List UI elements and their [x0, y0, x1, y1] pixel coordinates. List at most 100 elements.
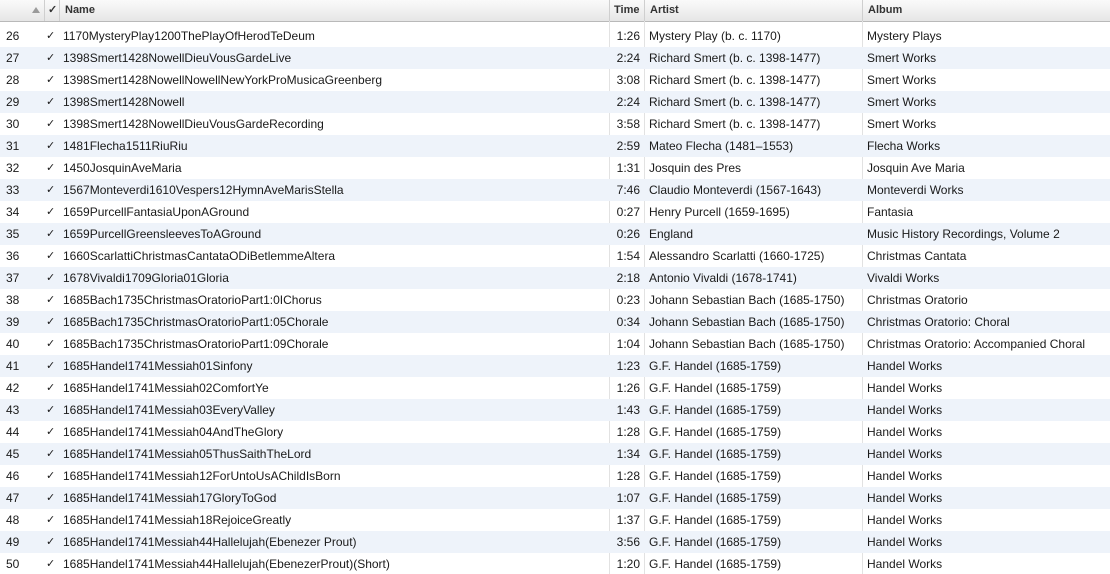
track-row[interactable]: 27 ✓ 1398Smert1428NowellDieuVousGardeLive 2… — [0, 47, 1110, 69]
track-checkbox[interactable]: ✓ — [46, 245, 60, 267]
track-checkbox[interactable]: ✓ — [46, 69, 60, 91]
track-name: 1659PurcellGreensleevesToAGround — [63, 227, 262, 241]
track-album: Flecha Works — [867, 139, 941, 153]
track-row[interactable]: 35 ✓ 1659PurcellGreensleevesToAGround 0:26 E… — [0, 223, 1110, 245]
track-row[interactable]: 37 ✓ 1678Vivaldi1709Gloria01Gloria 2:18 Anto… — [0, 267, 1110, 289]
track-artist: G.F. Handel (1685-1759) — [649, 381, 782, 395]
column-header-number[interactable] — [0, 0, 44, 21]
track-checkbox[interactable]: ✓ — [46, 553, 60, 574]
track-checkbox[interactable]: ✓ — [46, 135, 60, 157]
track-artist: Mystery Play (b. c. 1170) — [649, 29, 781, 43]
track-row[interactable]: 26 ✓ 1170MysteryPlay1200ThePlayOfHerodTeDe… — [0, 25, 1110, 47]
track-row[interactable]: 33 ✓ 1567Monteverdi1610Vespers12HymnAveMar… — [0, 179, 1110, 201]
column-header-time[interactable]: Time — [609, 0, 645, 21]
column-header-artist[interactable]: Artist — [644, 0, 862, 21]
track-name: 1567Monteverdi1610Vespers12HymnAveMarisS… — [63, 183, 344, 197]
track-album: Fantasia — [867, 205, 914, 219]
track-album: Christmas Oratorio: Accompanied Choral — [867, 337, 1086, 351]
track-name: 1685Bach1735ChristmasOratorioPart1:05Cho… — [63, 315, 329, 329]
track-time: 1:20 — [616, 557, 640, 571]
track-checkbox[interactable]: ✓ — [46, 267, 60, 289]
track-checkbox[interactable]: ✓ — [46, 465, 60, 487]
track-album: Handel Works — [867, 513, 943, 527]
track-artist: Josquin des Pres — [649, 161, 742, 175]
track-album: Handel Works — [867, 359, 943, 373]
track-row[interactable]: 30 ✓ 1398Smert1428NowellDieuVousGardeRecor… — [0, 113, 1110, 135]
track-album: Mystery Plays — [867, 29, 942, 43]
track-row[interactable]: 39 ✓ 1685Bach1735ChristmasOratorioPart1:05… — [0, 311, 1110, 333]
track-time: 3:58 — [616, 117, 640, 131]
track-checkbox[interactable]: ✓ — [46, 47, 60, 69]
track-name: 1398Smert1428NowellDieuVousGardeRecordin… — [63, 117, 324, 131]
track-checkbox[interactable]: ✓ — [46, 399, 60, 421]
track-name: 1678Vivaldi1709Gloria01Gloria — [63, 271, 229, 285]
track-time: 1:54 — [616, 249, 640, 263]
column-header-album[interactable]: Album — [862, 0, 1110, 21]
track-checkbox[interactable]: ✓ — [46, 531, 60, 553]
track-number: 30 — [6, 117, 20, 131]
track-artist: G.F. Handel (1685-1759) — [649, 447, 782, 461]
track-row[interactable]: 32 ✓ 1450JosquinAveMaria 1:31 Josquin des Pr… — [0, 157, 1110, 179]
track-row[interactable]: 45 ✓ 1685Handel1741Messiah05ThusSaithTheLo… — [0, 443, 1110, 465]
track-name: 1481Flecha1511RiuRiu — [63, 139, 188, 153]
track-time: 1:43 — [616, 403, 640, 417]
track-time: 2:24 — [616, 51, 640, 65]
track-row[interactable]: 46 ✓ 1685Handel1741Messiah12ForUntoUsAChil… — [0, 465, 1110, 487]
track-checkbox[interactable]: ✓ — [46, 91, 60, 113]
track-row[interactable]: 38 ✓ 1685Bach1735ChristmasOratorioPart1:0I… — [0, 289, 1110, 311]
track-row[interactable]: 44 ✓ 1685Handel1741Messiah04AndTheGlory 1:2… — [0, 421, 1110, 443]
track-checkbox[interactable]: ✓ — [46, 421, 60, 443]
track-row[interactable]: 29 ✓ 1398Smert1428Nowell 2:24 Richard Smert … — [0, 91, 1110, 113]
track-row[interactable]: 34 ✓ 1659PurcellFantasiaUponAGround 0:27 Hen… — [0, 201, 1110, 223]
track-row[interactable]: 40 ✓ 1685Bach1735ChristmasOratorioPart1:09… — [0, 333, 1110, 355]
track-time: 1:07 — [616, 491, 640, 505]
track-checkbox[interactable]: ✓ — [46, 509, 60, 531]
track-number: 32 — [6, 161, 20, 175]
track-row[interactable]: 41 ✓ 1685Handel1741Messiah01Sinfony 1:23 G.F… — [0, 355, 1110, 377]
track-row[interactable]: 28 ✓ 1398Smert1428NowellNowellNewYorkProMu… — [0, 69, 1110, 91]
track-row[interactable]: 31 ✓ 1481Flecha1511RiuRiu 2:59 Mateo Flecha … — [0, 135, 1110, 157]
track-checkbox[interactable]: ✓ — [46, 333, 60, 355]
track-number: 47 — [6, 491, 20, 505]
column-header-name[interactable]: Name — [59, 0, 610, 21]
track-name: 1685Handel1741Messiah02ComfortYe — [63, 381, 269, 395]
track-checkbox[interactable]: ✓ — [46, 377, 60, 399]
track-artist: Richard Smert (b. c. 1398-1477) — [649, 73, 821, 87]
track-row[interactable]: 50 ✓ 1685Handel1741Messiah44Hallelujah(Ebe… — [0, 553, 1110, 574]
column-header-checkbox[interactable]: ✓ — [44, 0, 60, 21]
track-checkbox[interactable]: ✓ — [46, 25, 60, 47]
track-checkbox[interactable]: ✓ — [46, 443, 60, 465]
track-row[interactable]: 48 ✓ 1685Handel1741Messiah18RejoiceGreatly… — [0, 509, 1110, 531]
track-checkbox[interactable]: ✓ — [46, 113, 60, 135]
track-name: 1685Bach1735ChristmasOratorioPart1:0ICho… — [63, 293, 322, 307]
track-checkbox[interactable]: ✓ — [46, 201, 60, 223]
track-row[interactable]: 47 ✓ 1685Handel1741Messiah17GloryToGod 1:07… — [0, 487, 1110, 509]
track-checkbox[interactable]: ✓ — [46, 157, 60, 179]
track-number: 49 — [6, 535, 20, 549]
track-time: 1:31 — [616, 161, 640, 175]
track-row[interactable]: 36 ✓ 1660ScarlattiChristmasCantataODiBetle… — [0, 245, 1110, 267]
track-name: 1685Handel1741Messiah18RejoiceGreatly — [63, 513, 292, 527]
track-checkbox[interactable]: ✓ — [46, 355, 60, 377]
track-artist: G.F. Handel (1685-1759) — [649, 425, 782, 439]
track-row[interactable]: 43 ✓ 1685Handel1741Messiah03EveryValley 1:4… — [0, 399, 1110, 421]
track-name: 1685Handel1741Messiah12ForUntoUsAChildIs… — [63, 469, 341, 483]
track-row[interactable]: 49 ✓ 1685Handel1741Messiah44Hallelujah(Ebe… — [0, 531, 1110, 553]
track-checkbox[interactable]: ✓ — [46, 289, 60, 311]
track-number: 34 — [6, 205, 20, 219]
track-album: Handel Works — [867, 381, 943, 395]
track-number: 29 — [6, 95, 20, 109]
track-number: 27 — [6, 51, 20, 65]
track-checkbox[interactable]: ✓ — [46, 311, 60, 333]
track-album: Handel Works — [867, 403, 943, 417]
track-album: Smert Works — [867, 73, 937, 87]
track-checkbox[interactable]: ✓ — [46, 179, 60, 201]
track-number: 36 — [6, 249, 20, 263]
track-album: Music History Recordings, Volume 2 — [867, 227, 1060, 241]
track-row[interactable]: 42 ✓ 1685Handel1741Messiah02ComfortYe 1:26 G… — [0, 377, 1110, 399]
track-time: 1:34 — [616, 447, 640, 461]
track-time: 0:27 — [616, 205, 640, 219]
track-checkbox[interactable]: ✓ — [46, 487, 60, 509]
track-checkbox[interactable]: ✓ — [46, 223, 60, 245]
track-name: 1398Smert1428NowellDieuVousGardeLive — [63, 51, 292, 65]
